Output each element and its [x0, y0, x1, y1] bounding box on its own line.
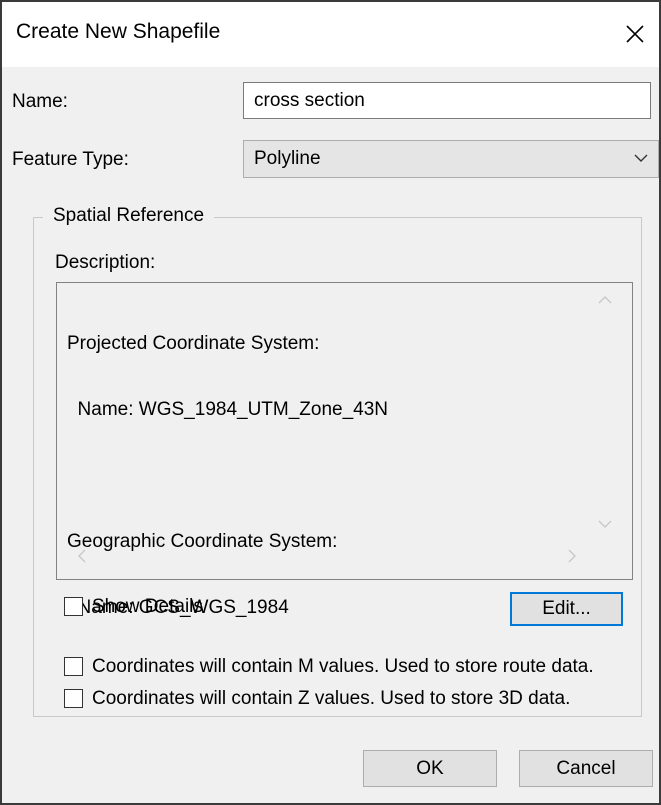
edit-button-label: Edit...: [542, 598, 591, 619]
close-icon: [626, 25, 644, 43]
title-bar: Create New Shapefile: [2, 2, 659, 67]
feature-type-select[interactable]: Polyline: [243, 140, 659, 178]
z-values-label: Coordinates will contain Z values. Used …: [92, 688, 571, 709]
scroll-left-icon[interactable]: [77, 549, 87, 563]
m-values-label: Coordinates will contain M values. Used …: [92, 656, 594, 677]
description-label: Description:: [55, 252, 156, 273]
description-line: Projected Coordinate System:: [67, 333, 320, 354]
scroll-down-icon[interactable]: [598, 519, 612, 529]
chevron-down-icon: [634, 154, 648, 162]
dialog-title: Create New Shapefile: [16, 20, 221, 43]
ok-button-label: OK: [416, 757, 444, 779]
ok-button[interactable]: OK: [363, 750, 497, 787]
cancel-button-label: Cancel: [556, 757, 616, 779]
cancel-button[interactable]: Cancel: [519, 750, 653, 787]
z-values-checkbox[interactable]: [64, 689, 83, 708]
description-textarea[interactable]: Projected Coordinate System: Name: WGS_1…: [56, 282, 633, 618]
name-label: Name:: [12, 91, 68, 112]
spatial-reference-label: Spatial Reference: [43, 205, 215, 227]
scroll-up-icon[interactable]: [598, 295, 612, 305]
create-shapefile-dialog: Create New Shapefile Name: Feature Type:…: [0, 0, 661, 805]
close-button[interactable]: [612, 8, 658, 60]
feature-type-label: Feature Type:: [12, 149, 129, 170]
description-line: Geographic Coordinate System:: [67, 531, 338, 552]
edit-button[interactable]: Edit...: [510, 592, 623, 626]
feature-type-value: Polyline: [254, 148, 321, 169]
m-values-checkbox[interactable]: [64, 657, 83, 676]
description-line: Name: WGS_1984_UTM_Zone_43N: [67, 399, 389, 420]
show-details-label: Show Details: [92, 596, 203, 617]
scroll-right-icon[interactable]: [567, 549, 577, 563]
name-input[interactable]: [243, 82, 651, 119]
description-line: [67, 465, 388, 487]
show-details-checkbox[interactable]: [64, 597, 83, 616]
